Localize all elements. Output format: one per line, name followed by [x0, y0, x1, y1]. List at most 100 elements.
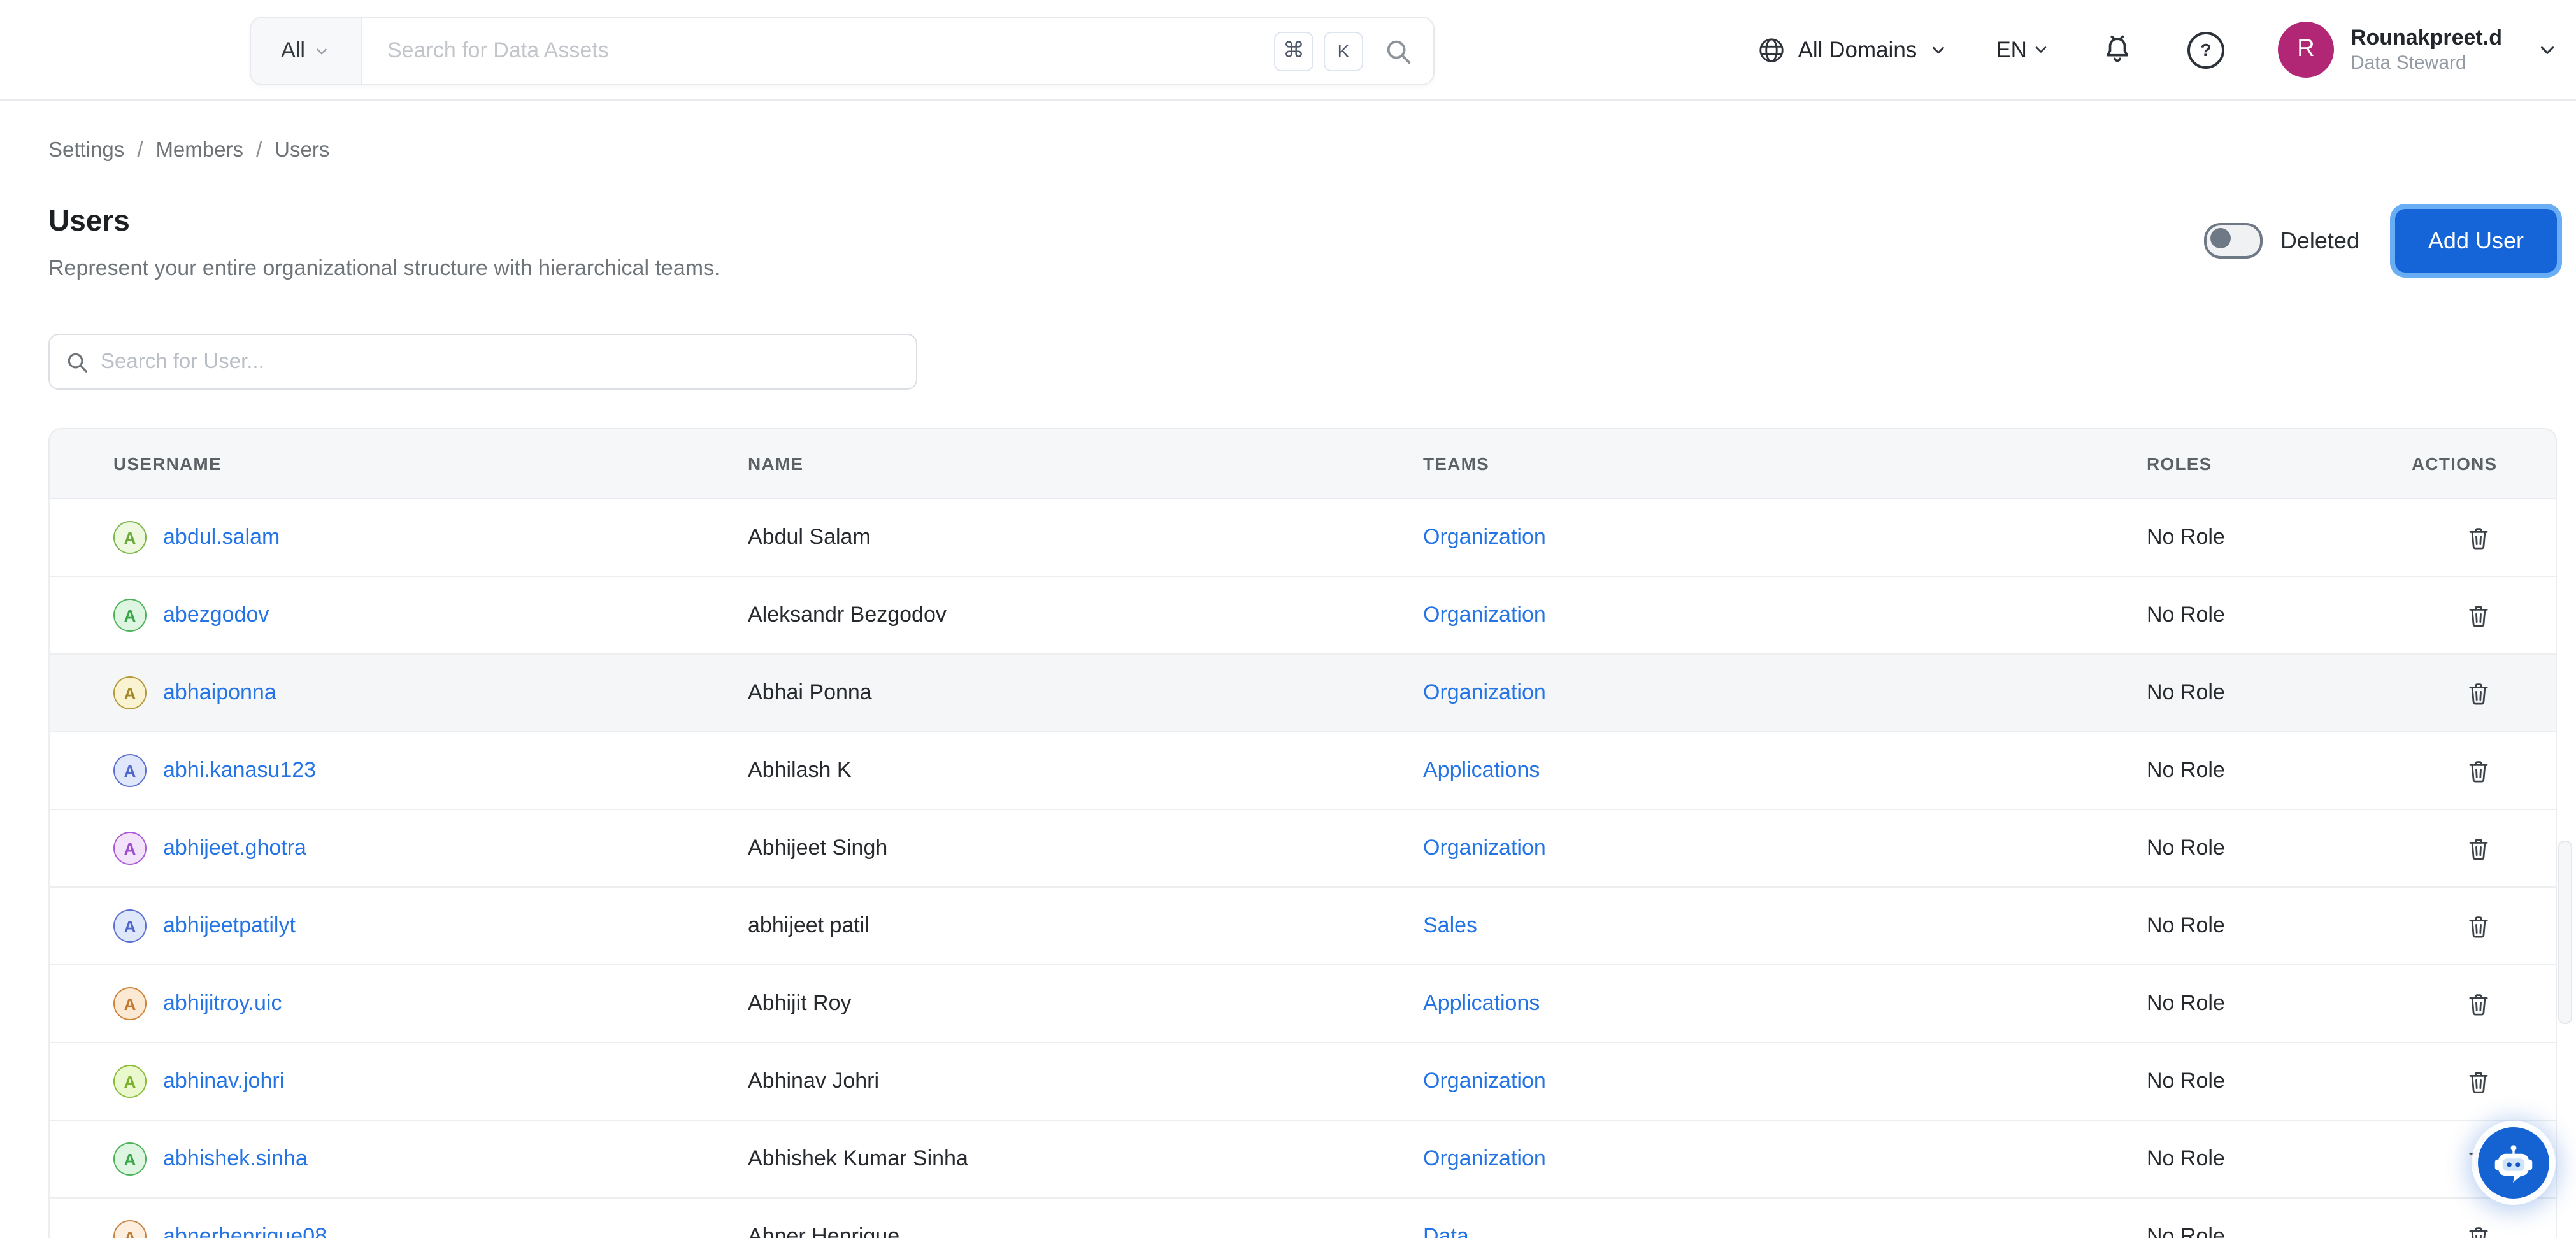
delete-user-button[interactable] [2465, 757, 2492, 784]
delete-user-button[interactable] [2465, 679, 2492, 706]
breadcrumb-item[interactable]: Members [155, 139, 243, 163]
role-cell: No Role [2145, 499, 2410, 577]
k-key-badge: K [1324, 31, 1363, 71]
username-link[interactable]: abdul.salam [163, 525, 280, 550]
team-link[interactable]: Organization [1423, 602, 1546, 627]
role-cell: No Role [2145, 965, 2410, 1043]
user-avatar: A [113, 1065, 147, 1098]
team-link[interactable]: Organization [1423, 680, 1546, 704]
column-header: USERNAME [48, 428, 747, 499]
page-actions: Deleted Add User [2204, 209, 2557, 273]
delete-user-button[interactable] [2465, 1223, 2492, 1238]
language-selector[interactable]: EN [1996, 36, 2050, 63]
name-cell: abhijeet patil [747, 888, 1422, 965]
user-search-input[interactable] [89, 348, 901, 375]
domain-selector-label: All Domains [1798, 36, 1917, 63]
user-name: Rounakpreet.d [2351, 24, 2502, 51]
username-link[interactable]: abhishek.sinha [163, 1146, 308, 1172]
help-button[interactable]: ? [2187, 31, 2224, 68]
user-menu[interactable]: R Rounakpreet.d Data Steward [2278, 22, 2558, 78]
team-link[interactable]: Organization [1423, 836, 1546, 860]
team-link[interactable]: Data [1423, 1224, 1469, 1238]
chevron-down-icon [314, 43, 331, 59]
table-row: Aabhijitroy.uicAbhijit RoyApplicationsNo… [48, 965, 2557, 1043]
column-header: ACTIONS [2410, 428, 2557, 499]
search-category-dropdown[interactable]: All [251, 18, 362, 84]
topbar: All ⌘ K All Domains EN [0, 0, 2576, 101]
robot-chat-icon [2491, 1140, 2537, 1186]
delete-user-button[interactable] [2465, 602, 2492, 629]
page-subtitle: Represent your entire organizational str… [48, 255, 720, 283]
domain-selector[interactable]: All Domains [1757, 35, 1948, 64]
team-link[interactable]: Organization [1423, 525, 1546, 549]
table-row: Aabhinav.johri Abhinav JohriOrganization N… [48, 1043, 2557, 1121]
scrollbar-thumb[interactable] [2558, 841, 2572, 1024]
team-link[interactable]: Applications [1423, 758, 1540, 782]
breadcrumb-separator: / [137, 139, 143, 163]
user-avatar: A [113, 909, 147, 943]
user-avatar: A [113, 676, 147, 709]
users-table-body: Aabdul.salamAbdul SalamOrganizationNo Ro… [48, 499, 2557, 1238]
chevron-down-icon [2537, 39, 2558, 60]
bell-icon [2101, 33, 2134, 66]
breadcrumb-item[interactable]: Users [275, 139, 329, 163]
username-link[interactable]: abhijeetpatilyt [163, 913, 296, 939]
name-cell: Abhijeet Singh [747, 810, 1422, 888]
role-cell: No Role [2145, 655, 2410, 732]
delete-user-button[interactable] [2465, 913, 2492, 939]
user-avatar: A [113, 832, 147, 865]
delete-user-button[interactable] [2465, 1068, 2492, 1095]
delete-user-button[interactable] [2465, 835, 2492, 862]
role-cell: No Role [2145, 810, 2410, 888]
search-category-label: All [281, 38, 305, 64]
username-link[interactable]: abhinav.johri [163, 1069, 284, 1094]
name-cell: Abhilash K [747, 732, 1422, 810]
name-cell: Abner Henrique [747, 1199, 1422, 1238]
global-search-input[interactable] [362, 38, 1274, 64]
role-cell: No Role [2145, 732, 2410, 810]
username-link[interactable]: abhijeet.ghotra [163, 836, 306, 861]
role-cell: No Role [2145, 1121, 2410, 1199]
chevron-down-icon [2032, 41, 2050, 59]
column-header: ROLES [2145, 428, 2410, 499]
breadcrumb: Settings / Members / Users [48, 139, 2557, 163]
team-link[interactable]: Organization [1423, 1069, 1546, 1093]
notifications-button[interactable] [2101, 33, 2134, 66]
table-row: Aabhijeet.ghotra Abhijeet SinghOrganizati… [48, 810, 2557, 888]
name-cell: Aleksandr Bezgodov [747, 577, 1422, 655]
team-link[interactable]: Applications [1423, 991, 1540, 1015]
name-cell: Abhishek Kumar Sinha [747, 1121, 1422, 1199]
global-search: All ⌘ K [250, 17, 1435, 85]
chat-assistant-button[interactable] [2478, 1127, 2549, 1199]
username-link[interactable]: abnerhenrique08 [163, 1224, 327, 1238]
user-avatar: A [113, 1142, 147, 1176]
page-header: Users Represent your entire organization… [48, 201, 2557, 283]
name-cell: Abdul Salam [747, 499, 1422, 577]
search-icon[interactable] [1384, 36, 1413, 66]
topbar-right: All Domains EN ? R Rounakpreet.d Data St… [1757, 0, 2558, 99]
delete-user-button[interactable] [2465, 524, 2492, 551]
deleted-toggle[interactable] [2204, 223, 2263, 259]
username-link[interactable]: abezgodov [163, 602, 269, 628]
breadcrumb-separator: / [256, 139, 262, 163]
column-header: TEAMS [1422, 428, 2145, 499]
team-link[interactable]: Sales [1423, 913, 1477, 937]
team-link[interactable]: Organization [1423, 1146, 1546, 1170]
user-search [48, 334, 917, 390]
user-avatar: A [113, 1220, 147, 1238]
toggle-knob [2210, 228, 2231, 248]
delete-user-button[interactable] [2465, 990, 2492, 1017]
username-link[interactable]: abhijitroy.uic [163, 991, 282, 1016]
name-cell: Abhinav Johri [747, 1043, 1422, 1121]
name-cell: Abhai Ponna [747, 655, 1422, 732]
table-row: Aabhi.kanasu123Abhilash KApplicationsNo … [48, 732, 2557, 810]
users-table: USERNAMENAMETEAMSROLESACTIONS Aabdul.sal… [48, 428, 2557, 1238]
user-avatar: A [113, 521, 147, 554]
breadcrumb-item[interactable]: Settings [48, 139, 124, 163]
role-cell: No Role [2145, 1043, 2410, 1121]
main-content: Settings / Members / Users Users Represent y… [0, 101, 2576, 1238]
username-link[interactable]: abhaiponna [163, 680, 276, 706]
username-link[interactable]: abhi.kanasu123 [163, 758, 316, 783]
globe-icon [1757, 35, 1787, 64]
add-user-button[interactable]: Add User [2395, 209, 2557, 273]
